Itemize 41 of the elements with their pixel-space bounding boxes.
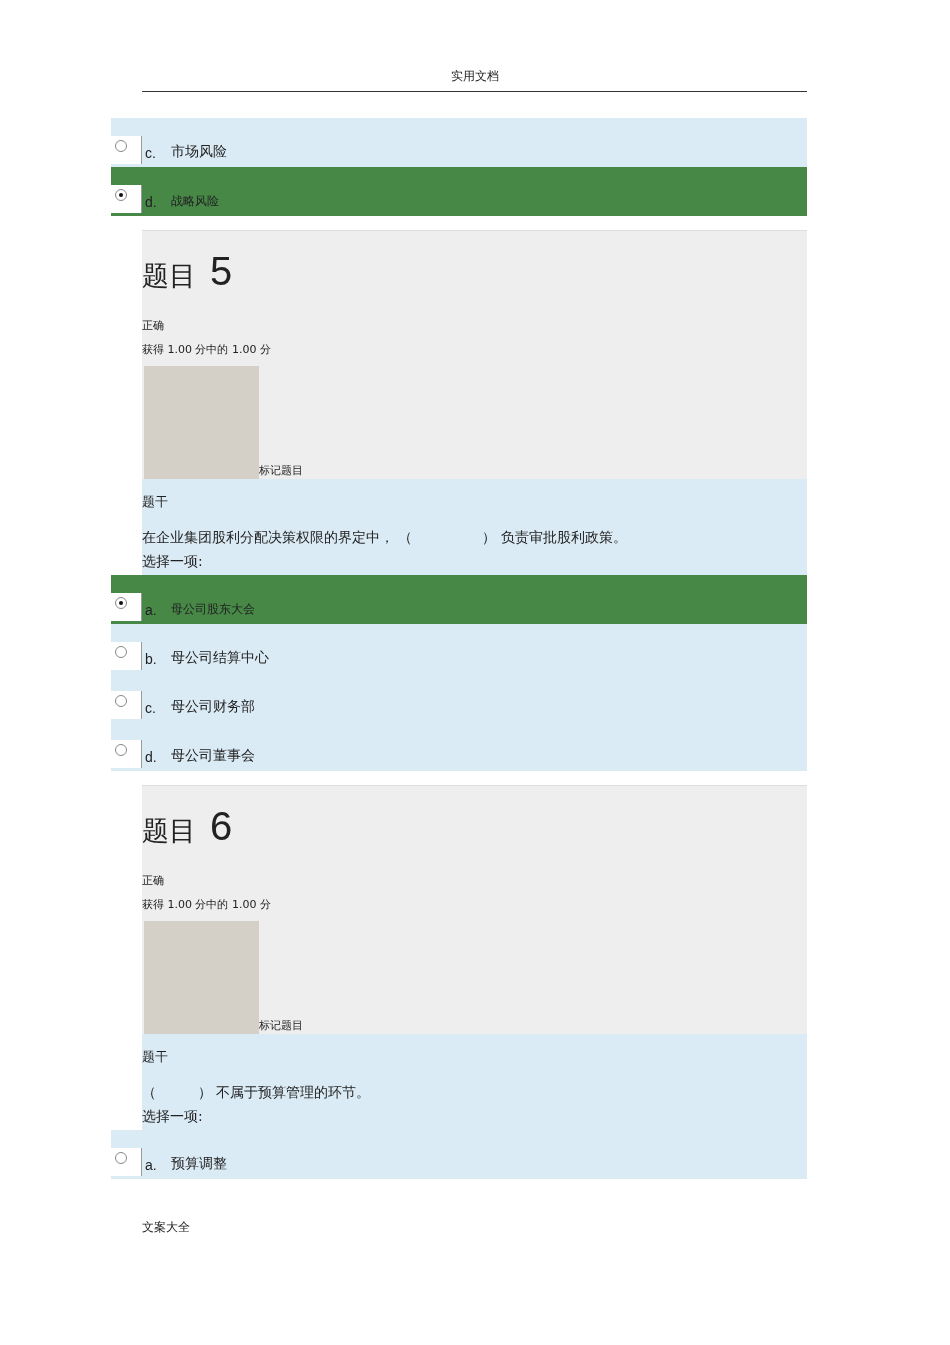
option-letter: a. bbox=[145, 1157, 158, 1173]
question-stem: 在企业集团股利分配决策权限的界定中， （ ） 负责审批股利政策。 bbox=[142, 529, 628, 547]
option-letter: b. bbox=[145, 651, 158, 667]
question-number: 5 bbox=[210, 249, 233, 294]
stem-heading: 题干 bbox=[142, 493, 169, 511]
question-status: 正确 bbox=[142, 873, 165, 888]
flag-question-link[interactable]: 标记题目 bbox=[259, 463, 303, 478]
question-label: 题目 bbox=[142, 259, 196, 293]
question-label: 题目 bbox=[142, 814, 196, 848]
option-letter: d. bbox=[145, 749, 158, 765]
question-score: 获得 1.00 分中的 1.00 分 bbox=[142, 342, 272, 357]
option-letter: c. bbox=[145, 145, 157, 161]
option-letter: a. bbox=[145, 602, 158, 618]
option-text: 战略风险 bbox=[171, 193, 219, 210]
option-letter: d. bbox=[145, 194, 158, 210]
radio-button[interactable] bbox=[111, 1148, 142, 1176]
page-footer: 文案大全 bbox=[142, 1219, 950, 1236]
option-text: 母公司董事会 bbox=[171, 747, 255, 765]
radio-button[interactable] bbox=[111, 185, 142, 213]
flag-question-link[interactable]: 标记题目 bbox=[259, 1018, 303, 1033]
radio-button[interactable] bbox=[111, 642, 142, 670]
radio-button[interactable] bbox=[111, 740, 142, 768]
option-text: 市场风险 bbox=[171, 143, 227, 161]
question-number: 6 bbox=[210, 804, 233, 849]
option-letter: c. bbox=[145, 700, 157, 716]
stem-heading: 题干 bbox=[142, 1048, 169, 1066]
answer-option[interactable]: a. 母公司股东大会 bbox=[111, 575, 807, 624]
answer-option[interactable]: d. 战略风险 bbox=[111, 167, 807, 216]
question-stem: （ ） 不属于预算管理的环节。 bbox=[142, 1084, 372, 1102]
page-header: 实用文档 bbox=[142, 0, 807, 92]
question-score: 获得 1.00 分中的 1.00 分 bbox=[142, 897, 272, 912]
radio-button[interactable] bbox=[111, 691, 142, 719]
option-text: 预算调整 bbox=[171, 1155, 227, 1173]
answer-prompt: 选择一项: bbox=[142, 553, 204, 571]
option-text: 母公司股东大会 bbox=[171, 601, 255, 618]
option-text: 母公司结算中心 bbox=[171, 649, 269, 667]
radio-button[interactable] bbox=[111, 593, 142, 621]
option-text: 母公司财务部 bbox=[171, 698, 255, 716]
question-status: 正确 bbox=[142, 318, 165, 333]
answer-prompt: 选择一项: bbox=[142, 1108, 204, 1126]
radio-button[interactable] bbox=[111, 136, 142, 164]
